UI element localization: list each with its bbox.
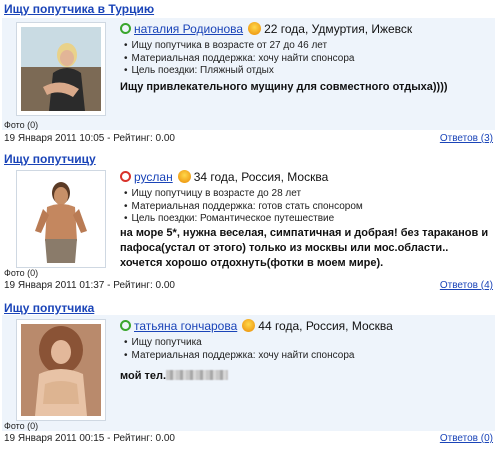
post-details: Ищу попутчицу в возрасте до 28 лет Матер… [124, 188, 363, 226]
online-status-icon [120, 23, 131, 34]
zodiac-icon [242, 319, 256, 332]
user-photo[interactable] [16, 170, 106, 268]
post-title[interactable]: Ищу попутчика в Турцию [4, 2, 154, 16]
user-photo-image [21, 175, 101, 263]
online-status-icon [120, 320, 131, 331]
detail-item: Ищу попутчика в возрасте от 27 до 46 лет [124, 40, 354, 53]
user-header: руслан 34 года, Россия, Москва [120, 170, 328, 184]
answers-link[interactable]: Ответов (4) [440, 280, 493, 291]
zodiac-icon [248, 22, 262, 35]
answers-link[interactable]: Ответов (0) [440, 433, 493, 444]
post-details: Ищу попутчика Материальная поддержка: хо… [124, 337, 355, 363]
user-info: 22 года, Удмуртия, Ижевск [264, 22, 413, 36]
user-photo-image [21, 27, 101, 111]
post-3: Ищу попутчика татьяна гончарова 44 года, … [0, 299, 499, 449]
detail-item: Материальная поддержка: хочу найти спонс… [124, 53, 355, 66]
user-name-link[interactable]: руслан [134, 170, 173, 184]
detail-item: Материальная поддержка: готов стать спон… [124, 201, 363, 214]
post-message: Ищу привлекательного мущину для совместн… [120, 81, 448, 93]
phone-label: мой тел. [120, 370, 167, 382]
offline-status-icon [120, 171, 131, 182]
user-header: наталия Родионова 22 года, Удмуртия, Ижев… [120, 22, 412, 36]
detail-item: Материальная поддержка: хочу найти спонс… [124, 350, 355, 363]
user-name-link[interactable]: татьяна гончарова [134, 319, 237, 333]
photos-count: Фото (0) [4, 421, 39, 431]
detail-item: Ищу попутчицу в возрасте до 28 лет [124, 188, 363, 201]
user-photo[interactable] [16, 319, 106, 421]
post-meta: 19 Января 2011 01:37 - Рейтинг: 0.00 [4, 280, 175, 291]
user-photo[interactable] [16, 22, 106, 116]
user-info: 34 года, Россия, Москва [193, 170, 329, 184]
post-message: мой тел. [120, 369, 490, 384]
post-meta: 19 Января 2011 10:05 - Рейтинг: 0.00 [4, 133, 175, 144]
user-photo-image [21, 324, 101, 416]
detail-item: Цель поездки: Пляжный отдых [124, 65, 354, 78]
user-header: татьяна гончарова 44 года, Россия, Москва [120, 319, 393, 333]
post-meta: 19 Января 2011 00:15 - Рейтинг: 0.00 [4, 433, 175, 444]
photos-count: Фото (0) [4, 120, 39, 130]
post-2: Ищу попутчицу руслан 34 года, Россия, Мос… [0, 152, 499, 299]
detail-item: Ищу попутчика [124, 337, 354, 350]
answers-link[interactable]: Ответов (3) [440, 133, 493, 144]
post-1: Ищу попутчика в Турцию наталия Родионова… [0, 0, 499, 152]
user-name-link[interactable]: наталия Родионова [134, 22, 243, 36]
post-title[interactable]: Ищу попутчика [4, 301, 94, 315]
blurred-phone-number [166, 370, 229, 380]
post-message: на море 5*, нужна веселая, симпатичная и… [120, 227, 489, 269]
user-info: 44 года, Россия, Москва [258, 319, 393, 333]
post-title[interactable]: Ищу попутчицу [4, 152, 96, 166]
post-details: Ищу попутчика в возрасте от 27 до 46 лет… [124, 40, 355, 78]
detail-item: Цель поездки: Романтическое путешествие [124, 213, 363, 226]
zodiac-icon [177, 170, 191, 183]
photos-count: Фото (0) [4, 268, 39, 278]
